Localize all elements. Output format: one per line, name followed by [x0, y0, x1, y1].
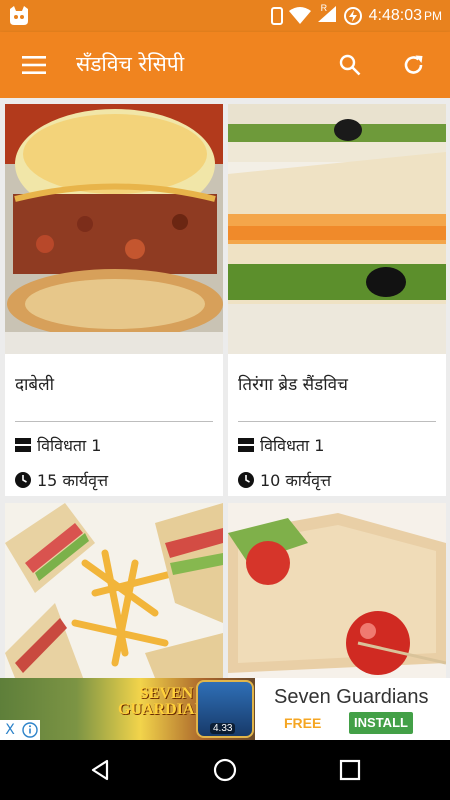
ad-title: Seven Guardians — [274, 686, 429, 708]
recipe-image — [5, 104, 223, 354]
battery-saver-icon — [343, 7, 362, 25]
club-sandwich-fries-photo — [5, 503, 223, 678]
variety-icon — [15, 438, 31, 452]
recipe-variety: विविधता 1 — [15, 434, 101, 456]
recipe-card[interactable]: दाबेली विविधता 1 15 कार्यवृत्त — [5, 104, 223, 496]
hamburger-menu-icon — [22, 56, 46, 74]
dabeli-photo — [5, 104, 223, 354]
recipe-image — [5, 503, 223, 678]
app-bar: सॅंडविच रेसिपी — [0, 32, 450, 98]
ad-banner[interactable]: SEVEN GUARDIANS 4.33 Seven Guardians FRE… — [0, 678, 450, 740]
variety-icon — [238, 438, 254, 452]
ad-close-button[interactable]: X — [0, 720, 20, 740]
ad-install-button[interactable]: INSTALL — [349, 712, 413, 734]
ad-info-button[interactable] — [20, 720, 40, 740]
page-title: सॅंडविच रेसिपी — [76, 52, 185, 76]
recipe-time: 15 कार्यवृत्त — [15, 469, 108, 491]
tiranga-sandwich-photo — [228, 104, 446, 354]
recipe-card[interactable] — [5, 503, 223, 678]
ad-icon-badge: 4.33 — [210, 723, 236, 734]
recipe-image — [228, 104, 446, 354]
back-icon — [91, 759, 109, 781]
search-button[interactable] — [332, 48, 368, 82]
divider — [15, 421, 213, 422]
time-label: 10 कार्यवृत्त — [260, 471, 332, 490]
clock-icon — [15, 472, 31, 488]
clock-time: 4:48:03 — [368, 7, 422, 24]
info-icon — [22, 722, 38, 738]
status-time: 4:48:03 PM — [369, 7, 442, 25]
navigation-bar — [0, 740, 450, 800]
recipe-name: तिरंगा ब्रेड सैंडविच — [238, 375, 348, 395]
clock-icon — [238, 472, 254, 488]
refresh-button[interactable] — [396, 48, 432, 82]
home-icon — [213, 758, 237, 782]
recipe-name: दाबेली — [15, 375, 55, 395]
network-type-label: R — [320, 3, 328, 13]
tomato-sandwich-photo — [228, 503, 446, 678]
wifi-icon — [288, 7, 311, 24]
recents-button[interactable] — [332, 752, 368, 788]
recents-icon — [339, 759, 361, 781]
clock-ampm: PM — [424, 9, 442, 23]
back-button[interactable] — [82, 752, 118, 788]
home-button[interactable] — [207, 752, 243, 788]
time-label: 15 कार्यवृत्त — [37, 471, 109, 490]
variety-label: विविधता 1 — [37, 436, 102, 455]
recipe-card[interactable] — [228, 503, 446, 678]
menu-button[interactable] — [16, 48, 52, 82]
recipe-card[interactable]: तिरंगा ब्रेड सैंडविच विविधता 1 10 कार्यव… — [228, 104, 446, 496]
ad-price: FREE — [284, 715, 322, 731]
ad-game-icon: 4.33 — [196, 680, 254, 738]
recipe-grid: दाबेली विविधता 1 15 कार्यवृत्त तिरंगा ब्… — [0, 98, 450, 678]
divider — [238, 421, 436, 422]
recipe-time: 10 कार्यवृत्त — [238, 469, 331, 491]
recipe-variety: विविधता 1 — [238, 434, 324, 456]
status-bar: R 4:48:03 PM — [0, 0, 450, 32]
search-icon — [339, 54, 361, 76]
refresh-icon — [404, 55, 423, 74]
app-notification-icon — [10, 6, 28, 25]
phone-icon — [270, 7, 283, 25]
variety-label: विविधता 1 — [260, 436, 325, 455]
recipe-image — [228, 503, 446, 678]
